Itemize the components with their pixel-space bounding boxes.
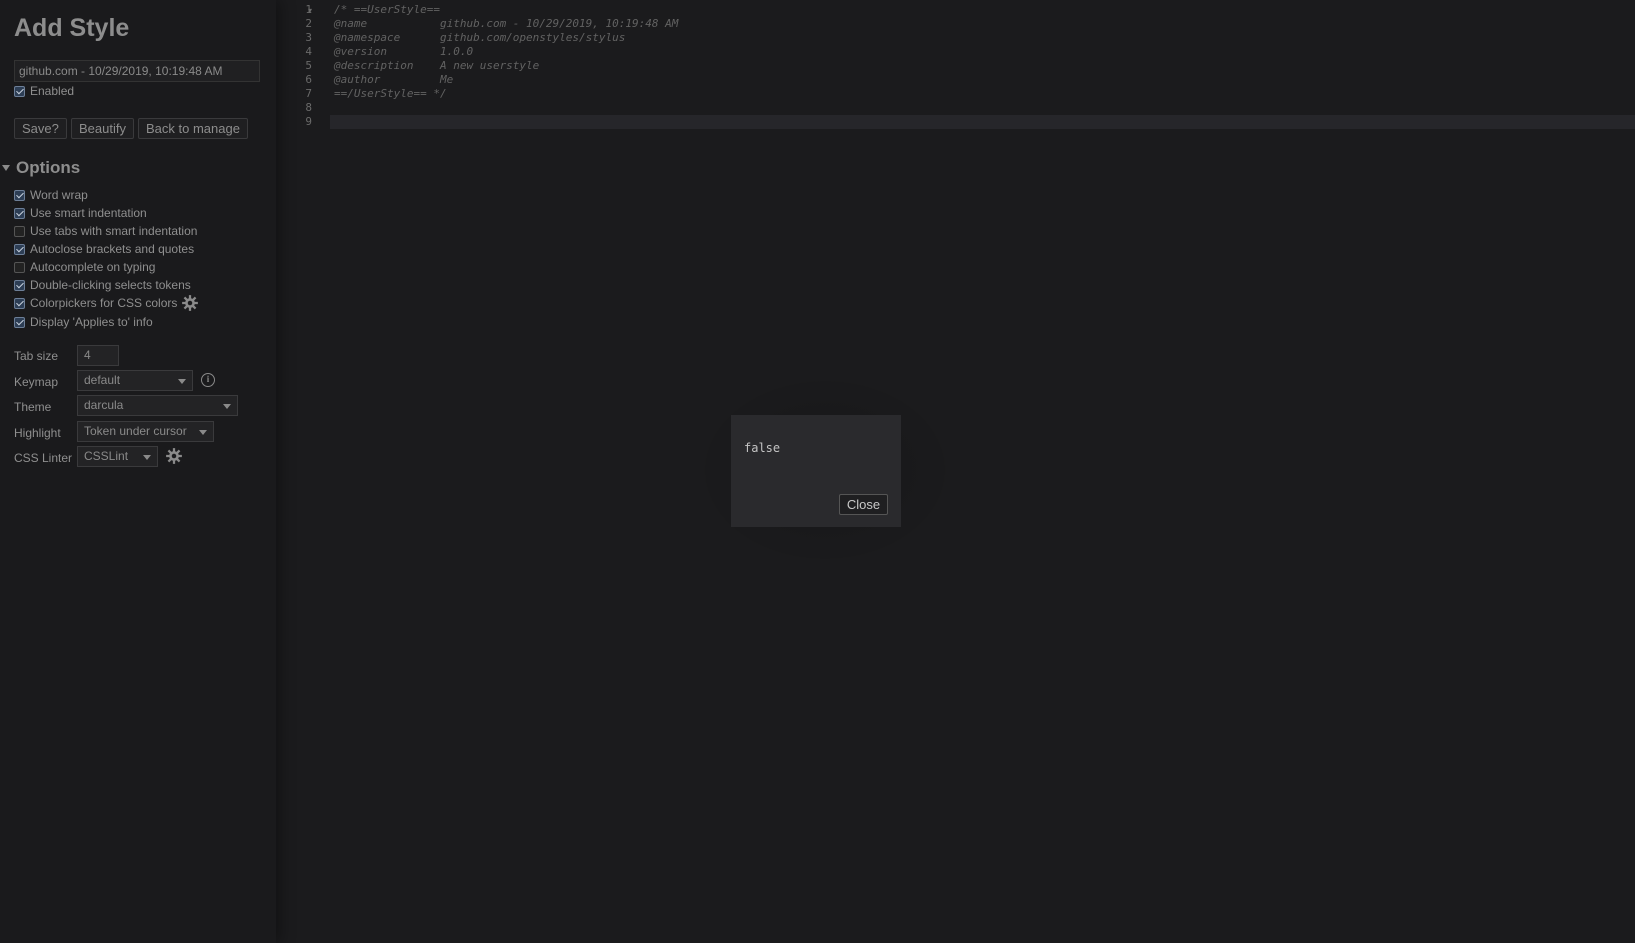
chevron-down-icon [223, 404, 231, 409]
chevron-down-icon [178, 379, 186, 384]
theme-select[interactable]: darcula [77, 395, 238, 416]
colorpickers-checkbox[interactable] [14, 297, 25, 309]
enabled-checkbox[interactable] [14, 85, 25, 97]
tab-size-input[interactable]: 4 [77, 345, 119, 366]
options-title: Options [16, 158, 81, 177]
option-label: Autoclose brackets and quotes [30, 242, 195, 256]
linter-gear-icon[interactable] [165, 447, 183, 465]
collapse-triangle-icon[interactable] [2, 165, 10, 171]
option-label: Display 'Applies to' info [30, 315, 153, 329]
chevron-down-icon [143, 455, 151, 460]
option-word-wrap[interactable]: Word wrap [14, 187, 88, 203]
css-linter-select[interactable]: CSSLint [77, 446, 158, 467]
option-colorpickers[interactable]: Colorpickers for CSS colors [14, 295, 199, 311]
theme-value: darcula [84, 398, 124, 412]
code-line[interactable]: @author Me [334, 73, 453, 86]
autoclose-brackets-checkbox[interactable] [14, 243, 25, 255]
line-number: 4 [305, 45, 312, 58]
save-button[interactable]: Save? [14, 118, 67, 139]
keymap-value: default [84, 373, 121, 387]
option-label: Use tabs with smart indentation [30, 224, 198, 238]
option-label: Double-clicking selects tokens [30, 278, 191, 292]
page-title: Add Style [14, 14, 130, 42]
tab-size-label: Tab size [14, 349, 59, 363]
option-tabs-smart-indent[interactable]: Use tabs with smart indentation [14, 223, 197, 239]
gear-icon[interactable] [181, 294, 199, 312]
chevron-down-icon [199, 430, 207, 435]
highlight-value: Token under cursor [84, 424, 187, 438]
options-header[interactable]: Options [0, 158, 80, 178]
code-line[interactable]: @name github.com - 10/29/2019, 10:19:48 … [334, 17, 678, 30]
applies-to-checkbox[interactable] [14, 316, 25, 328]
autocomplete-checkbox[interactable] [14, 261, 25, 273]
option-label: Colorpickers for CSS colors [30, 296, 178, 310]
line-number: 2 [305, 17, 312, 30]
css-linter-label: CSS Linter [14, 451, 73, 465]
option-label: Word wrap [30, 188, 88, 202]
theme-label: Theme [14, 400, 52, 414]
enabled-row[interactable]: Enabled [14, 83, 74, 99]
word-wrap-checkbox[interactable] [14, 189, 25, 201]
info-icon[interactable]: i [201, 373, 215, 387]
line-number: 8 [305, 101, 312, 114]
css-linter-value: CSSLint [84, 449, 129, 463]
dialog-message: false [744, 441, 781, 455]
code-line[interactable]: @version 1.0.0 [334, 45, 473, 58]
line-number: 7 [305, 87, 312, 100]
close-button[interactable]: Close [839, 494, 888, 515]
line-number: 9 [305, 115, 312, 128]
line-number: 6 [305, 73, 312, 86]
option-label: Autocomplete on typing [30, 260, 156, 274]
option-autoclose-brackets[interactable]: Autoclose brackets and quotes [14, 241, 194, 257]
line-number: 1 [305, 3, 312, 16]
current-line-highlight [330, 115, 1635, 129]
highlight-label: Highlight [14, 426, 61, 440]
double-click-tokens-checkbox[interactable] [14, 279, 25, 291]
style-name-input[interactable] [14, 60, 260, 82]
option-double-click-tokens[interactable]: Double-clicking selects tokens [14, 277, 191, 293]
code-line[interactable]: @description A new userstyle [334, 59, 539, 72]
back-to-manage-button[interactable]: Back to manage [138, 118, 248, 139]
keymap-select[interactable]: default [77, 370, 193, 391]
sidebar: Add Style Enabled Save? Beautify Back to… [0, 0, 276, 943]
option-autocomplete[interactable]: Autocomplete on typing [14, 259, 155, 275]
option-smart-indent[interactable]: Use smart indentation [14, 205, 147, 221]
code-line[interactable]: ==/UserStyle== */ [334, 87, 447, 100]
enabled-label: Enabled [30, 84, 75, 98]
option-applies-to-info[interactable]: Display 'Applies to' info [14, 314, 153, 330]
highlight-select[interactable]: Token under cursor [77, 421, 214, 442]
beautify-button[interactable]: Beautify [71, 118, 134, 139]
tabs-smart-indent-checkbox[interactable] [14, 225, 25, 237]
line-number: 3 [305, 31, 312, 44]
keymap-label: Keymap [14, 375, 59, 389]
code-line[interactable]: /* ==UserStyle== [334, 3, 440, 16]
smart-indent-checkbox[interactable] [14, 207, 25, 219]
option-label: Use smart indentation [30, 206, 147, 220]
message-dialog: false Close [731, 415, 901, 527]
line-number: 5 [305, 59, 312, 72]
code-line[interactable]: @namespace github.com/openstyles/stylus [334, 31, 625, 44]
